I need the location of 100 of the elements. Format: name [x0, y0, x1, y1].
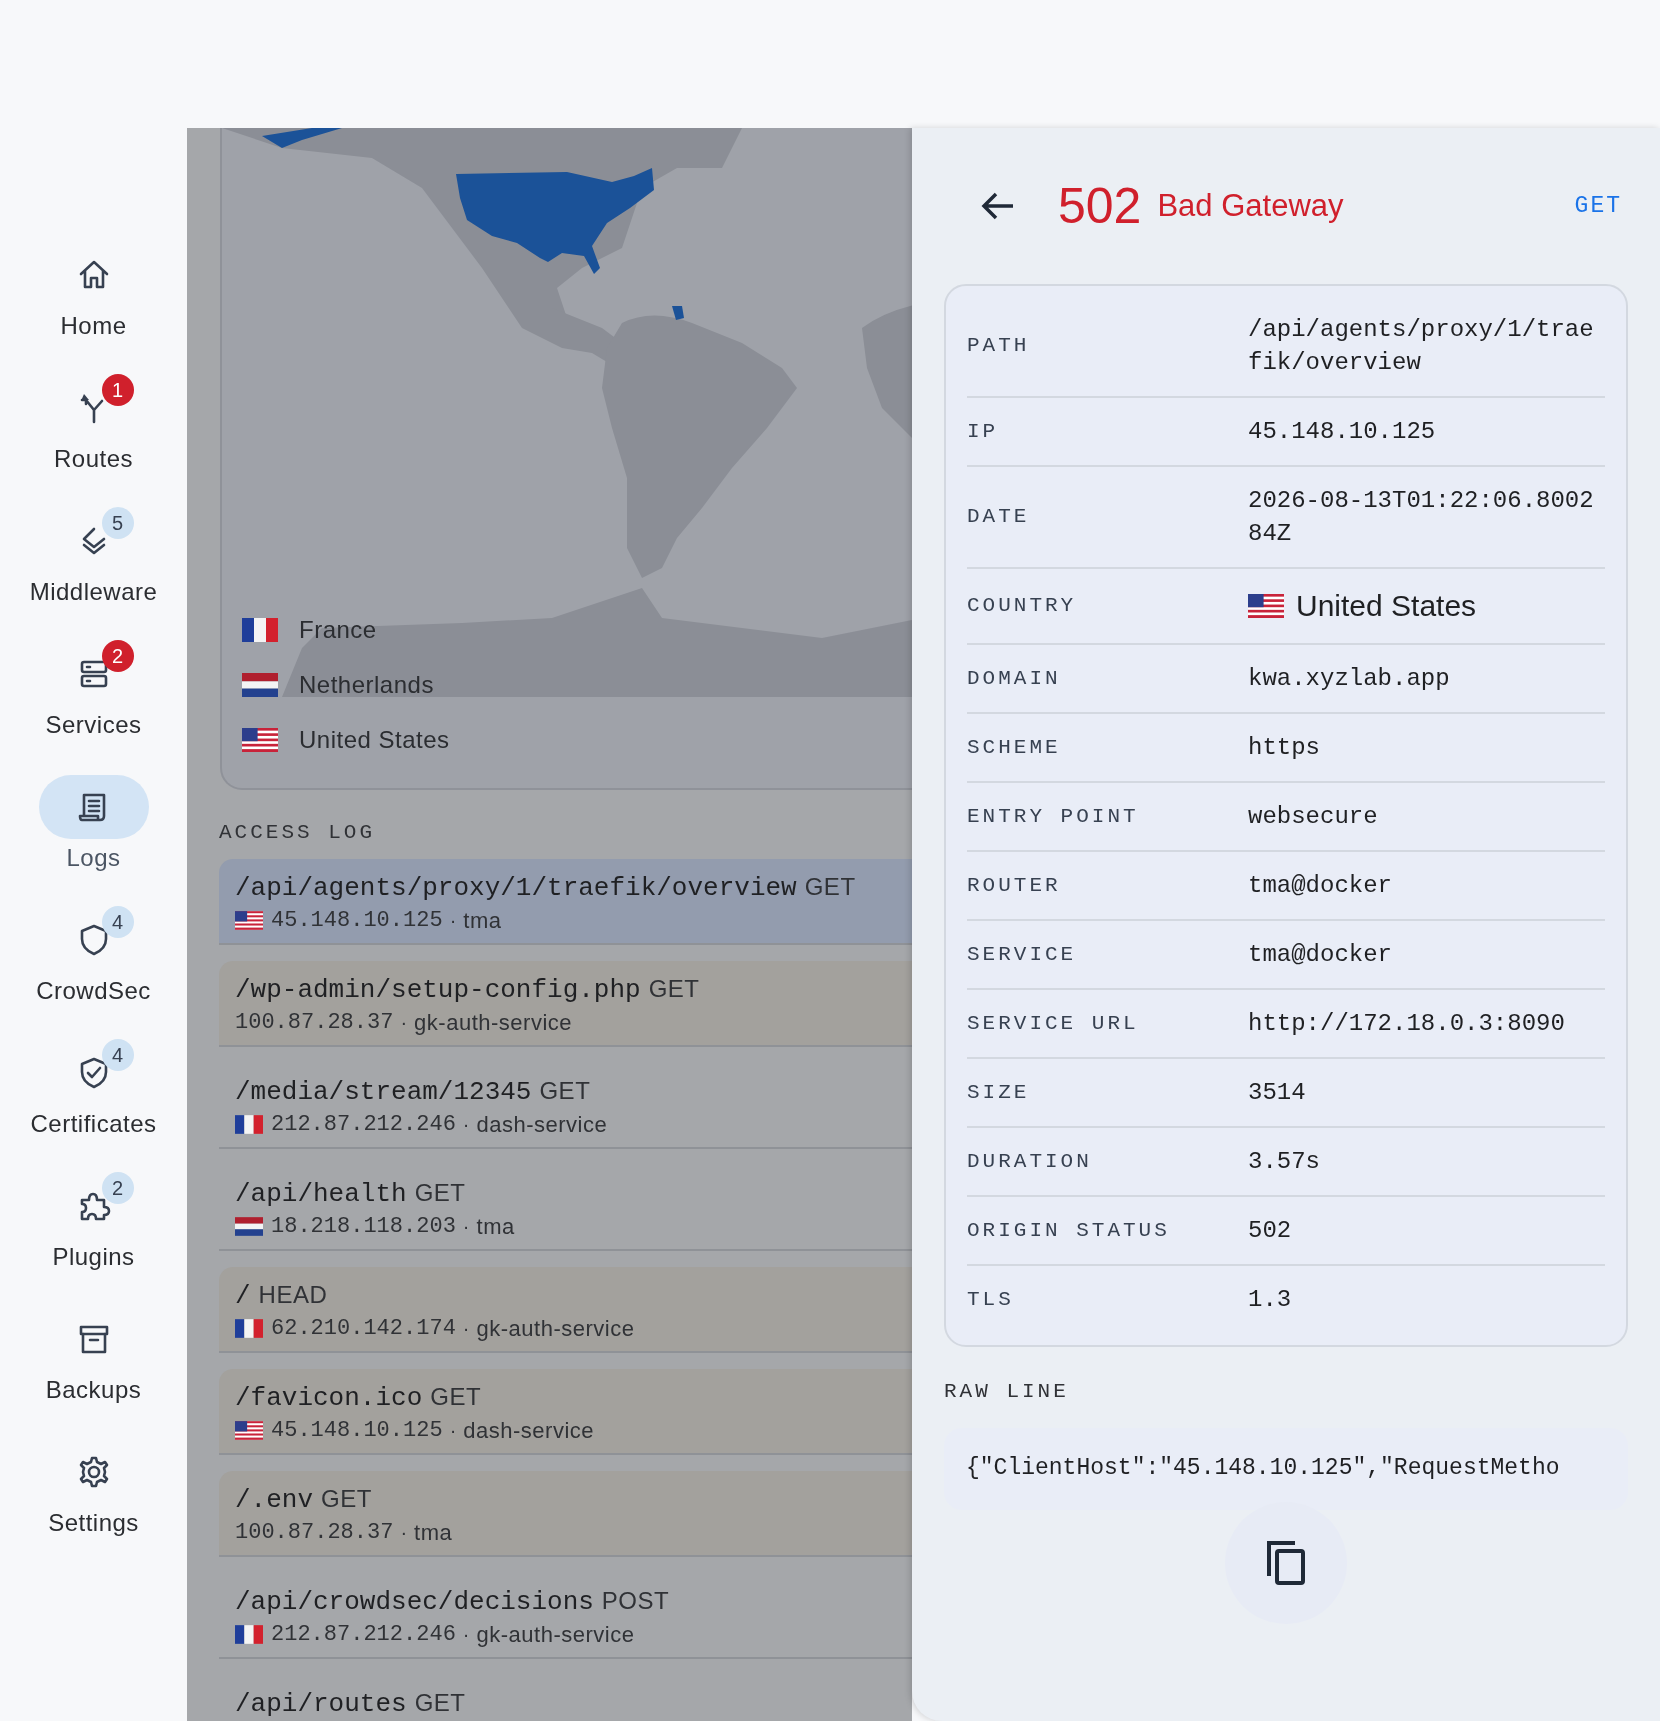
method-label: GET [414, 1688, 466, 1718]
field-label: PATH [967, 333, 1031, 360]
log-entry[interactable]: / HEAD 62.210.142.174 · gk-auth-service [219, 1267, 912, 1353]
section-heading: ACCESS LOG [219, 821, 377, 845]
field-value: tma@docker [1248, 871, 1394, 901]
country-name: United States [299, 725, 450, 755]
log-entry[interactable]: /.env GET 100.87.28.37 · tma [219, 1471, 912, 1557]
separator-dot: · [462, 1214, 470, 1239]
log-entry[interactable]: /favicon.ico GET 45.148.10.125 · dash-service [219, 1369, 912, 1455]
flag-icon [242, 673, 278, 697]
separator-dot: · [449, 1418, 457, 1443]
nav-item[interactable]: 4 Certificates [3, 1041, 184, 1174]
nav-label: Home [60, 311, 127, 341]
request-path: /media/stream/12345 [235, 1076, 532, 1109]
method-label: POST [601, 1586, 670, 1616]
ip-address: 100.87.28.37 [235, 1518, 394, 1547]
field-value: 502 [1248, 1216, 1293, 1246]
nav-item[interactable]: 1 Routes [3, 376, 184, 509]
field-value: /api/agents/proxy/1/traefik/overview [1248, 315, 1595, 378]
flag-icon [242, 618, 278, 642]
request-path: /.env [235, 1484, 313, 1517]
nav-label: Plugins [52, 1242, 135, 1272]
back-arrow-icon [981, 191, 1015, 221]
request-path: /api/routes [235, 1688, 407, 1721]
ip-address: 212.87.212.246 [271, 1620, 456, 1649]
field-value: https [1248, 733, 1321, 763]
flag-icon [235, 1318, 263, 1338]
request-path: /api/crowdsec/decisions [235, 1586, 594, 1619]
flag-icon [235, 1420, 263, 1440]
nav-label: Logs [66, 843, 121, 873]
field-label: DOMAIN [967, 665, 1062, 692]
count-badge: 1 [101, 374, 134, 406]
field-label: SCHEME [967, 734, 1062, 761]
nav-label: Certificates [30, 1109, 157, 1139]
method-label: GET [1574, 191, 1622, 221]
nav-item[interactable]: 2 Services [3, 642, 184, 775]
nav-label: CrowdSec [36, 976, 151, 1006]
field-label: TLS [967, 1286, 1015, 1313]
service-name: tma [414, 1518, 453, 1547]
count-badge: 4 [101, 906, 134, 938]
field-value: kwa.xyzlab.app [1248, 664, 1451, 694]
log-entry[interactable]: /api/agents/proxy/1/traefik/overview GET 45.148.10.125 · tma [219, 859, 912, 945]
separator-dot: · [462, 1316, 470, 1341]
ip-address: 62.210.142.174 [271, 1314, 456, 1343]
nav-label: Backups [45, 1375, 142, 1405]
field-value: 3514 [1248, 1078, 1307, 1108]
service-name: gk-auth-service [476, 1620, 635, 1649]
nav-item[interactable]: 4 CrowdSec [3, 908, 184, 1041]
field-label: DURATION [967, 1148, 1093, 1175]
nav-item[interactable]: Settings [3, 1440, 184, 1573]
field-label: DATE [967, 504, 1031, 531]
ip-address: 100.87.28.37 [235, 1008, 394, 1037]
separator-dot: · [462, 1622, 470, 1647]
count-badge: 4 [101, 1039, 134, 1071]
status-text: Bad Gateway [1157, 186, 1344, 225]
count-badge: 5 [101, 507, 134, 539]
flag-icon [242, 728, 278, 752]
ip-address: 18.218.118.203 [271, 1212, 456, 1241]
nav-item[interactable]: 2 Plugins [3, 1174, 184, 1307]
field-value: 3.57s [1248, 1147, 1321, 1177]
request-path: / [235, 1280, 251, 1313]
flag-icon [235, 1216, 263, 1236]
count-badge: 2 [101, 640, 134, 672]
nav-label: Services [45, 710, 142, 740]
field-value: 1.3 [1248, 1285, 1293, 1315]
request-path: /api/agents/proxy/1/traefik/overview [235, 872, 797, 905]
section-heading: RAW LINE [944, 1379, 1070, 1405]
separator-dot: · [462, 1112, 470, 1137]
method-label: HEAD [258, 1280, 328, 1310]
service-name: dash-service [476, 1110, 608, 1139]
status-code: 502 [1058, 181, 1142, 231]
field-value: 2026-08-13T01:22:06.800284Z [1248, 486, 1595, 549]
field-value: websecure [1248, 802, 1379, 832]
flag-icon [235, 1114, 263, 1134]
service-name: gk-auth-service [476, 1314, 635, 1343]
country-name: Netherlands [299, 670, 434, 700]
service-name: gk-auth-service [414, 1008, 572, 1037]
ip-address: 212.87.212.246 [271, 1110, 456, 1139]
separator-dot: · [449, 908, 457, 933]
nav-item[interactable]: Backups [3, 1307, 184, 1440]
field-label: ROUTER [967, 872, 1062, 899]
request-path: /wp-admin/setup-config.php [235, 974, 641, 1007]
nav-item[interactable]: 5 Middleware [3, 509, 184, 642]
field-label: SERVICE [967, 941, 1078, 968]
field-label: SERVICE URL [967, 1010, 1140, 1037]
field-value: 45.148.10.125 [1248, 417, 1437, 447]
nav-item[interactable]: Home [3, 243, 184, 376]
log-entry[interactable]: /wp-admin/setup-config.php GET 100.87.28.37 · gk-auth-service [219, 961, 912, 1047]
method-label: GET [648, 974, 700, 1004]
field-value: United States [1296, 588, 1477, 624]
request-path: /api/health [235, 1178, 407, 1211]
flag-icon [1248, 594, 1284, 618]
ip-address: 45.148.10.125 [271, 1416, 443, 1445]
field-label: IP [967, 418, 1000, 445]
method-label: GET [414, 1178, 466, 1208]
method-label: GET [804, 872, 856, 902]
nav-label: Middleware [29, 577, 158, 607]
field-value: http://172.18.0.3:8090 [1248, 1009, 1566, 1039]
field-label: ENTRY POINT [967, 803, 1140, 830]
nav-item[interactable]: Logs [3, 775, 184, 908]
